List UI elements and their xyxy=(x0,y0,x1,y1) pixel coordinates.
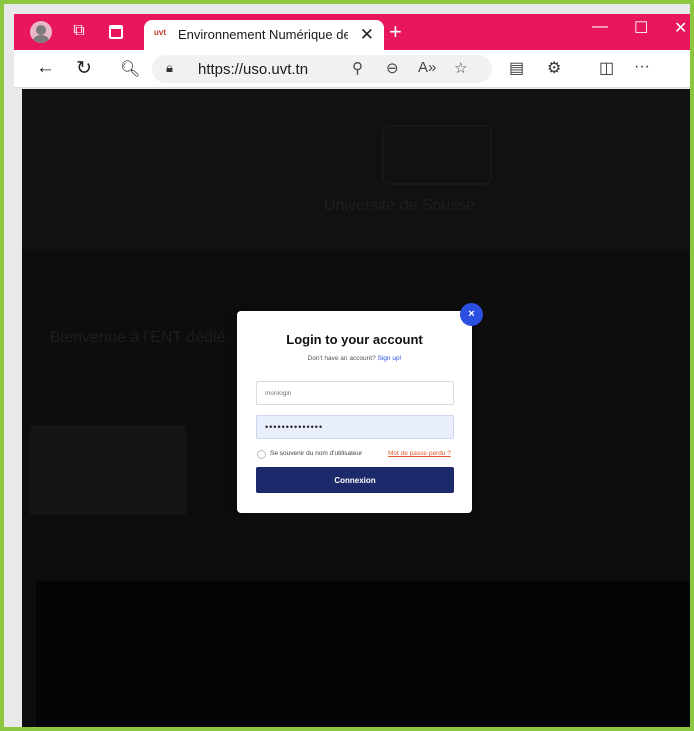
password-field[interactable] xyxy=(256,415,454,439)
extensions-icon[interactable]: ⚙ xyxy=(547,58,561,78)
maximize-icon[interactable]: ☐ xyxy=(634,18,648,38)
forgot-password-link[interactable]: Mot de passe perdu ? xyxy=(388,450,451,457)
welcome-heading: Bienvenue à l'ENT dédié xyxy=(50,329,226,346)
more-menu-icon[interactable]: ··· xyxy=(634,58,650,76)
hero-banner: Université de Sousse xyxy=(22,89,690,251)
browser-toolbar: ← ↻ 🔍︎ 🔒︎ https://uso.uvt.tn ⚲ ⊖ A» ☆ ▤ … xyxy=(14,50,690,88)
collections-icon[interactable]: ▤ xyxy=(509,58,524,78)
back-icon[interactable]: ← xyxy=(36,57,55,79)
window-close-icon[interactable]: ✕ xyxy=(674,18,687,38)
modal-title: Login to your account xyxy=(286,332,423,347)
modal-close-icon[interactable]: × xyxy=(460,303,483,326)
tab-title: Environnement Numérique de Tr xyxy=(178,27,348,42)
university-logo xyxy=(382,125,492,185)
browser-titlebar: ⧉ uvt Environnement Numérique de Tr ✕ + … xyxy=(14,14,690,50)
signup-prompt: Don't have an account? Sign up! xyxy=(237,355,472,362)
favorite-star-icon[interactable]: ☆ xyxy=(454,59,467,77)
footer-section xyxy=(36,581,690,727)
signup-link[interactable]: Sign up! xyxy=(378,355,402,362)
thumbnail-image xyxy=(30,425,186,515)
tab-close-icon[interactable]: ✕ xyxy=(360,25,374,45)
address-bar[interactable]: 🔒︎ https://uso.uvt.tn ⚲ ⊖ A» ☆ xyxy=(152,55,492,83)
login-field[interactable] xyxy=(256,381,454,405)
hero-subtitle: Université de Sousse xyxy=(324,197,476,214)
screenshot-frame: ⧉ uvt Environnement Numérique de Tr ✕ + … xyxy=(0,0,694,731)
new-tab-icon[interactable]: + xyxy=(389,19,402,45)
login-modal: Login to your account Don't have an acco… xyxy=(237,311,472,513)
zoom-out-icon[interactable]: ⊖ xyxy=(386,59,399,77)
workspaces-icon[interactable]: ⧉ xyxy=(69,22,89,42)
split-screen-icon[interactable]: ◫ xyxy=(599,58,614,78)
remember-label: Se souvenir du nom d'utilisateur xyxy=(270,450,363,457)
browser-tab[interactable]: uvt Environnement Numérique de Tr ✕ xyxy=(144,20,384,50)
profile-avatar-icon[interactable] xyxy=(30,21,52,43)
connexion-button[interactable]: Connexion xyxy=(256,467,454,493)
remember-checkbox[interactable] xyxy=(257,450,266,459)
read-aloud-icon[interactable]: A» xyxy=(418,59,436,76)
refresh-icon[interactable]: ↻ xyxy=(76,57,92,80)
tab-actions-icon[interactable] xyxy=(109,25,123,39)
lock-icon[interactable]: 🔒︎ xyxy=(166,60,173,76)
password-key-icon[interactable]: ⚲ xyxy=(352,59,363,77)
signup-prompt-text: Don't have an account? xyxy=(307,355,376,362)
site-favicon-icon: uvt xyxy=(154,28,166,37)
minimize-icon[interactable]: — xyxy=(592,18,608,36)
search-icon[interactable]: 🔍︎ xyxy=(120,59,140,79)
url-text[interactable]: https://uso.uvt.tn xyxy=(198,61,308,78)
